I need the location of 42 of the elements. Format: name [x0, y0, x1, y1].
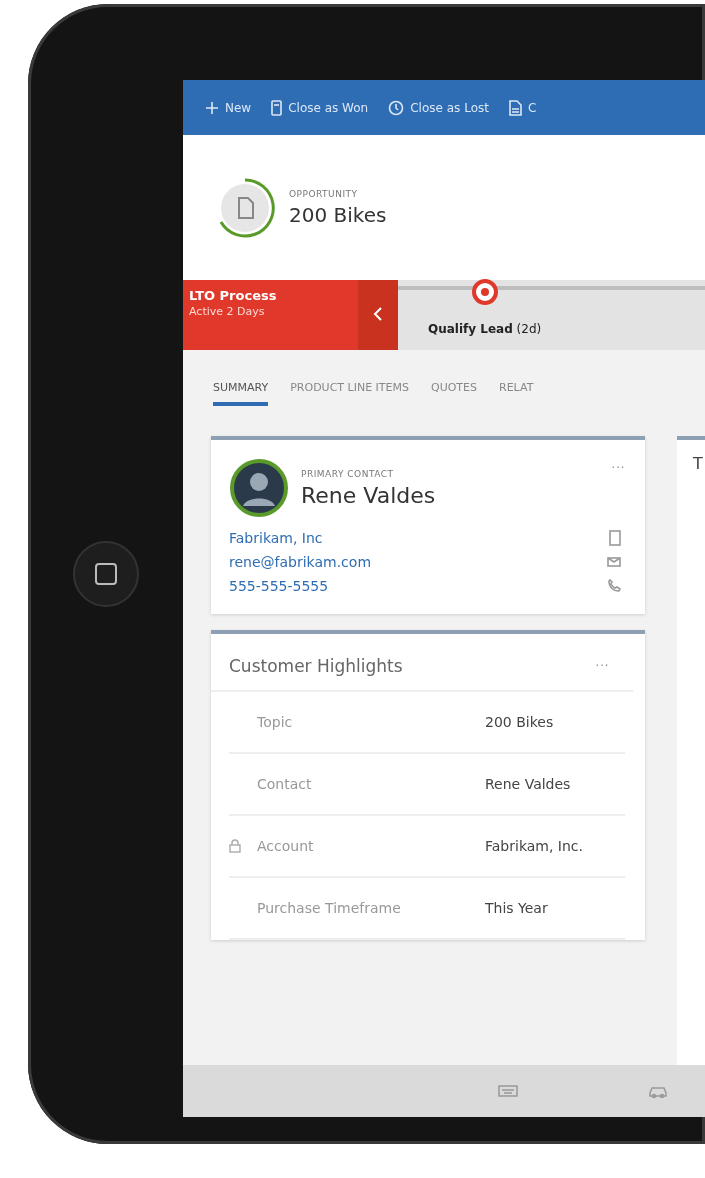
card-title: T [693, 454, 703, 473]
field-value: Fabrikam, Inc. [485, 838, 583, 854]
contact-name: Rene Valdes [301, 482, 436, 508]
process-name: LTO Process [189, 288, 278, 303]
field-value: Rene Valdes [485, 776, 571, 792]
keyboard-icon[interactable] [498, 1085, 518, 1097]
clock-icon [388, 99, 405, 116]
field-label: Contact [257, 776, 313, 792]
collapse-button[interactable] [358, 280, 398, 350]
tab[interactable]: QUOTES [431, 380, 478, 406]
field-label: Topic [257, 714, 294, 730]
command-button[interactable]: Close as Lost [388, 99, 489, 116]
command-button[interactable]: New [205, 100, 252, 115]
tab[interactable]: PRODUCT LINE ITEMS [290, 380, 409, 406]
car-icon[interactable] [648, 1084, 668, 1098]
contact-caption: PRIMARY CONTACT [301, 468, 395, 479]
process-status: Active 2 Days [189, 305, 266, 318]
envelope-icon [607, 557, 621, 567]
contact-link[interactable]: rene@fabrikam.com [229, 554, 372, 570]
chevron-left-icon [373, 305, 383, 322]
building-icon [609, 530, 621, 546]
command-button[interactable]: C [508, 99, 537, 116]
phone-icon [607, 579, 621, 593]
card-title: Customer Highlights [229, 656, 403, 676]
record-title: 200 Bikes [289, 202, 387, 227]
document-icon [508, 99, 522, 116]
clipboard-icon [271, 99, 283, 116]
field-label: Purchase Timeframe [257, 900, 402, 916]
tab[interactable]: SUMMARY [213, 380, 269, 406]
more-button[interactable]: ··· [611, 458, 625, 474]
command-button[interactable]: Close as Won [271, 99, 369, 116]
field-label: Account [257, 838, 315, 854]
field-value: This Year [485, 900, 548, 916]
contact-link[interactable]: 555-555-5555 [229, 578, 329, 594]
avatar [229, 458, 289, 518]
tab[interactable]: RELAT [499, 380, 534, 406]
more-button[interactable]: ··· [595, 656, 609, 672]
field-value: 200 Bikes [485, 714, 554, 730]
process-stage[interactable]: Qualify Lead (2d) [428, 322, 542, 336]
contact-link[interactable]: Fabrikam, Inc [229, 530, 323, 546]
plus-icon [205, 100, 219, 115]
entity-label: OPPORTUNITY [289, 188, 359, 199]
